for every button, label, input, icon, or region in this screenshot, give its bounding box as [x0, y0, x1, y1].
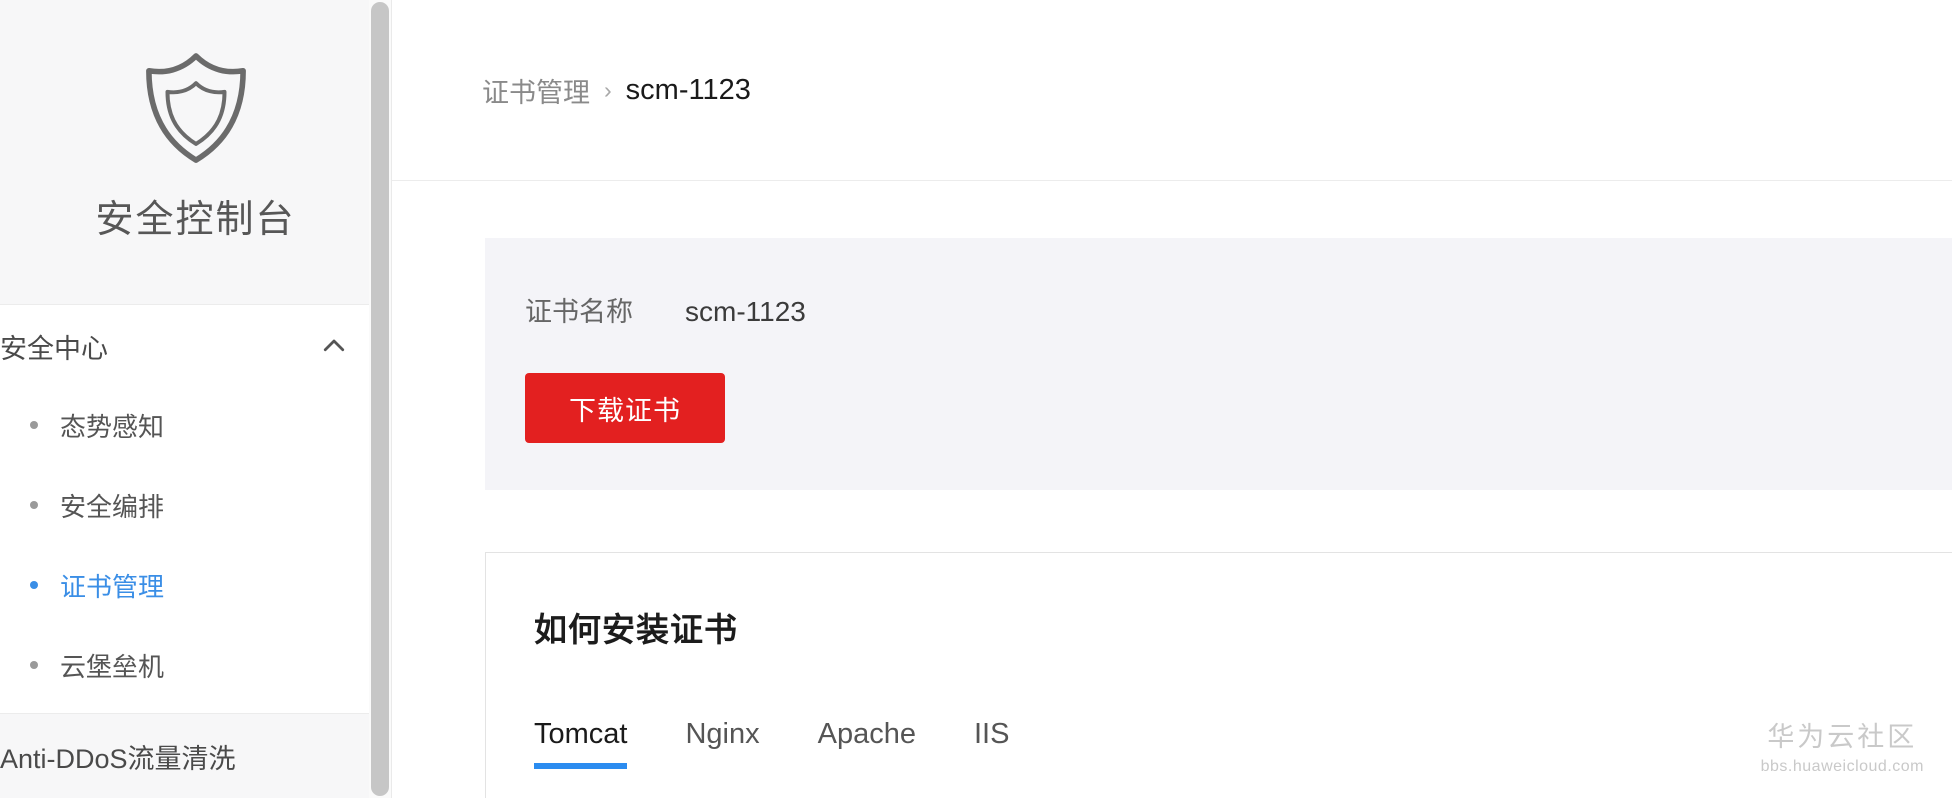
tab-iis[interactable]: IIS: [974, 718, 1009, 769]
nav-group-security-center[interactable]: 安全中心: [0, 307, 391, 385]
brand-header: 安全控制台: [0, 0, 391, 305]
breadcrumb-parent-link[interactable]: 证书管理: [482, 71, 590, 110]
install-card-title: 如何安装证书: [534, 611, 738, 648]
nav-item-list: 态势感知 安全编排 证书管理 云堡垒机: [0, 385, 391, 705]
install-certificate-card: 如何安装证书 Tomcat Nginx Apache IIS: [485, 552, 1952, 798]
sidebar-section-label: Anti-DDoS流量清洗: [0, 744, 236, 774]
bullet-icon: [30, 581, 38, 589]
bullet-icon: [30, 421, 38, 429]
sidebar: 安全控制台 安全中心 态势感知 安全编排 证书管理 云堡垒机 Anti-DDoS…: [0, 0, 392, 798]
shield-icon: [134, 46, 258, 170]
breadcrumb-current: scm-1123: [625, 73, 751, 106]
breadcrumb-separator-icon: ›: [604, 76, 612, 103]
sidebar-nav: 安全中心 态势感知 安全编排 证书管理 云堡垒机 Anti-DDoS流量清洗: [0, 305, 391, 798]
app-root: 安全控制台 安全中心 态势感知 安全编排 证书管理 云堡垒机 Anti-DDoS…: [0, 0, 1952, 798]
breadcrumb: 证书管理 › scm-1123: [392, 0, 1952, 181]
sidebar-item-situational-awareness[interactable]: 态势感知: [0, 385, 391, 465]
certificate-info-panel: 证书名称 scm-1123 绑定域名 下载证书: [485, 238, 1952, 490]
tab-label: Tomcat: [534, 718, 628, 750]
sidebar-item-label: 证书管理: [60, 571, 165, 602]
brand-title: 安全控制台: [95, 199, 296, 241]
chevron-up-icon[interactable]: [319, 331, 349, 361]
certificate-name-row: 证书名称 scm-1123: [525, 290, 1952, 329]
tab-tomcat[interactable]: Tomcat: [534, 718, 628, 769]
content-area: 证书名称 scm-1123 绑定域名 下载证书 如何安装证书 Tomcat Ng…: [392, 181, 1952, 798]
bullet-icon: [30, 661, 38, 669]
main-content: 证书管理 › scm-1123 证书名称 scm-1123 绑定域名 下载证书 …: [392, 0, 1952, 798]
certificate-name-label: 证书名称: [525, 297, 633, 327]
install-tabs: Tomcat Nginx Apache IIS: [534, 707, 1952, 769]
tab-label: IIS: [974, 718, 1010, 750]
sidebar-item-certificate-management[interactable]: 证书管理: [0, 545, 391, 625]
sidebar-item-anti-ddos[interactable]: Anti-DDoS流量清洗: [0, 714, 391, 798]
certificate-name-value: scm-1123: [685, 296, 806, 327]
bullet-icon: [30, 501, 38, 509]
download-certificate-button[interactable]: 下载证书: [525, 373, 725, 443]
tab-label: Nginx: [685, 718, 760, 750]
tab-apache[interactable]: Apache: [818, 718, 916, 769]
sidebar-item-cloud-bastion-host[interactable]: 云堡垒机: [0, 625, 391, 705]
sidebar-item-label: 态势感知: [60, 411, 165, 442]
tab-nginx[interactable]: Nginx: [685, 718, 759, 769]
sidebar-scrollbar[interactable]: [369, 0, 391, 798]
sidebar-item-security-orchestration[interactable]: 安全编排: [0, 465, 391, 545]
tab-label: Apache: [817, 718, 916, 750]
nav-group-label: 安全中心: [0, 333, 108, 364]
sidebar-item-label: 安全编排: [60, 491, 165, 522]
sidebar-item-label: 云堡垒机: [60, 651, 165, 682]
sidebar-scrollbar-thumb[interactable]: [371, 2, 389, 796]
